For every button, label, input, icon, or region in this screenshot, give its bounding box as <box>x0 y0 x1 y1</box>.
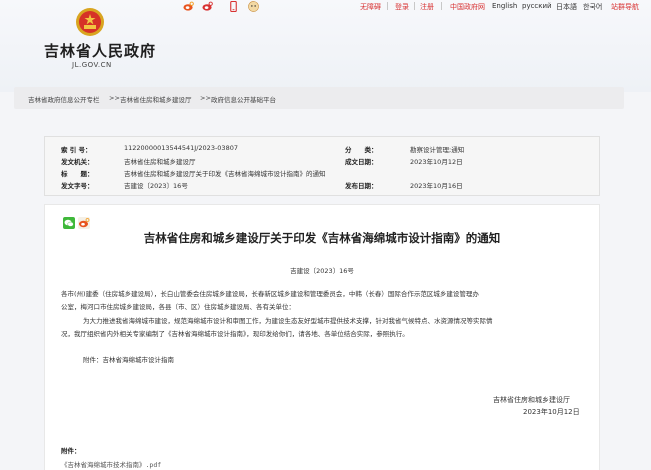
article-title: 吉林省住房和城乡建设厅关于印发《吉林省海绵城市设计指南》的通知 <box>143 231 501 245</box>
paragraph-body-line2: 况，我厅组织省内外相关专家编制了《吉林省海绵城市设计指南》，现印发给你们，请各地… <box>61 330 409 338</box>
paragraph-body-line1: 为大力推进我省海绵城市建设，规范海绵城市设计和审图工作，为建设生态友好型城市提供… <box>83 317 493 325</box>
index-value: 11220000013544541J/2023-03807 <box>124 144 238 152</box>
attachments-label: 附件： <box>61 447 81 455</box>
divider <box>441 2 442 10</box>
signature-date: 2023年10月12日 <box>523 408 580 416</box>
divider <box>414 2 415 10</box>
breadcrumb-item-platform[interactable]: 政府信息公开基础平台 <box>211 94 276 104</box>
doc-number-value: 吉建设〔2023〕16号 <box>124 182 188 190</box>
attachment-file-link[interactable]: 《吉林省海绵城市技术指南》.pdf <box>61 459 161 469</box>
category-value: 勘察设计管理;通知 <box>410 146 465 154</box>
breadcrumb-separator: >> <box>200 94 211 102</box>
mascot-icon[interactable] <box>248 1 259 12</box>
breadcrumb: 吉林省政府信息公开专栏 >> 吉林省住房和城乡建设厅 >> 政府信息公开基础平台 <box>14 87 624 109</box>
breadcrumb-item-housing-dept[interactable]: 吉林省住房和城乡建设厅 <box>120 94 192 104</box>
meta-row: 标 题： 吉林省住房和城乡建设厅关于印发《吉林省海绵城市设计指南》的通知 <box>45 168 599 178</box>
site-domain: JL.GOV.CN <box>72 61 112 69</box>
national-emblem-icon <box>76 8 104 36</box>
japanese-link[interactable]: 日本語 <box>556 2 577 12</box>
meta-row: 索 引 号： 11220000013544541J/2023-03807 分 类… <box>45 144 599 154</box>
title-label: 标 题： <box>61 170 94 178</box>
paragraph-recipients-line1: 各市(州)建委（住房城乡建设局），长白山管委会住房城乡建设局，长春新区城乡建设和… <box>61 290 479 298</box>
issuer-value: 吉林省住房和城乡建设厅 <box>124 158 196 166</box>
weibo-icon[interactable] <box>202 1 213 12</box>
publish-date-value: 2023年10月16日 <box>410 182 463 190</box>
register-link[interactable]: 注册 <box>420 2 434 12</box>
inline-attachment-note: 附件：吉林省海绵城市设计指南 <box>83 356 174 364</box>
written-date-value: 2023年10月12日 <box>410 158 463 166</box>
korean-link[interactable]: 한국어 <box>583 2 602 12</box>
title-value: 吉林省住房和城乡建设厅关于印发《吉林省海绵城市设计指南》的通知 <box>124 170 326 178</box>
accessibility-link[interactable]: 无障碍 <box>360 2 381 12</box>
weibo-icon[interactable] <box>78 217 90 229</box>
meta-row: 发文字号： 吉建设〔2023〕16号 发布日期： 2023年10月16日 <box>45 180 599 190</box>
article-body: 吉林省住房和城乡建设厅关于印发《吉林省海绵城市设计指南》的通知 吉建设〔2023… <box>44 204 600 470</box>
issuer-label: 发文机关： <box>61 158 94 166</box>
article-doc-number: 吉建设〔2023〕16号 <box>290 267 354 275</box>
publish-date-label: 发布日期： <box>345 182 378 190</box>
index-label: 索 引 号： <box>61 146 92 154</box>
meta-row: 发文机关： 吉林省住房和城乡建设厅 成文日期： 2023年10月12日 <box>45 156 599 166</box>
wechat-icon[interactable] <box>63 217 75 229</box>
china-gov-link[interactable]: 中国政府网 <box>450 2 485 12</box>
share-icons <box>63 217 90 229</box>
login-link[interactable]: 登录 <box>395 2 409 12</box>
weibo-icon[interactable] <box>183 1 194 12</box>
english-link[interactable]: English <box>492 2 517 10</box>
russian-link[interactable]: русский <box>522 2 552 10</box>
mobile-icon[interactable] <box>228 1 239 12</box>
doc-number-label: 发文字号： <box>61 182 94 190</box>
divider <box>387 2 388 10</box>
site-title[interactable]: 吉林省人民政府 <box>44 40 156 61</box>
document-meta-box: 索 引 号： 11220000013544541J/2023-03807 分 类… <box>44 136 600 196</box>
signature-org: 吉林省住房和城乡建设厅 <box>493 396 570 404</box>
paragraph-recipients-line2: 公室，梅河口市住房城乡建设局，各县（市、区）住房城乡建设局、各有关单位： <box>61 303 295 311</box>
site-group-nav-link[interactable]: 站群导航 <box>611 2 639 12</box>
written-date-label: 成文日期： <box>345 158 378 166</box>
breadcrumb-item-gov-info[interactable]: 吉林省政府信息公开专栏 <box>28 94 100 104</box>
top-toolbar: 无障碍 登录 注册 中国政府网 English русский 日本語 한국어 … <box>180 0 651 14</box>
category-label: 分 类： <box>345 146 378 154</box>
breadcrumb-separator: >> <box>109 94 120 102</box>
